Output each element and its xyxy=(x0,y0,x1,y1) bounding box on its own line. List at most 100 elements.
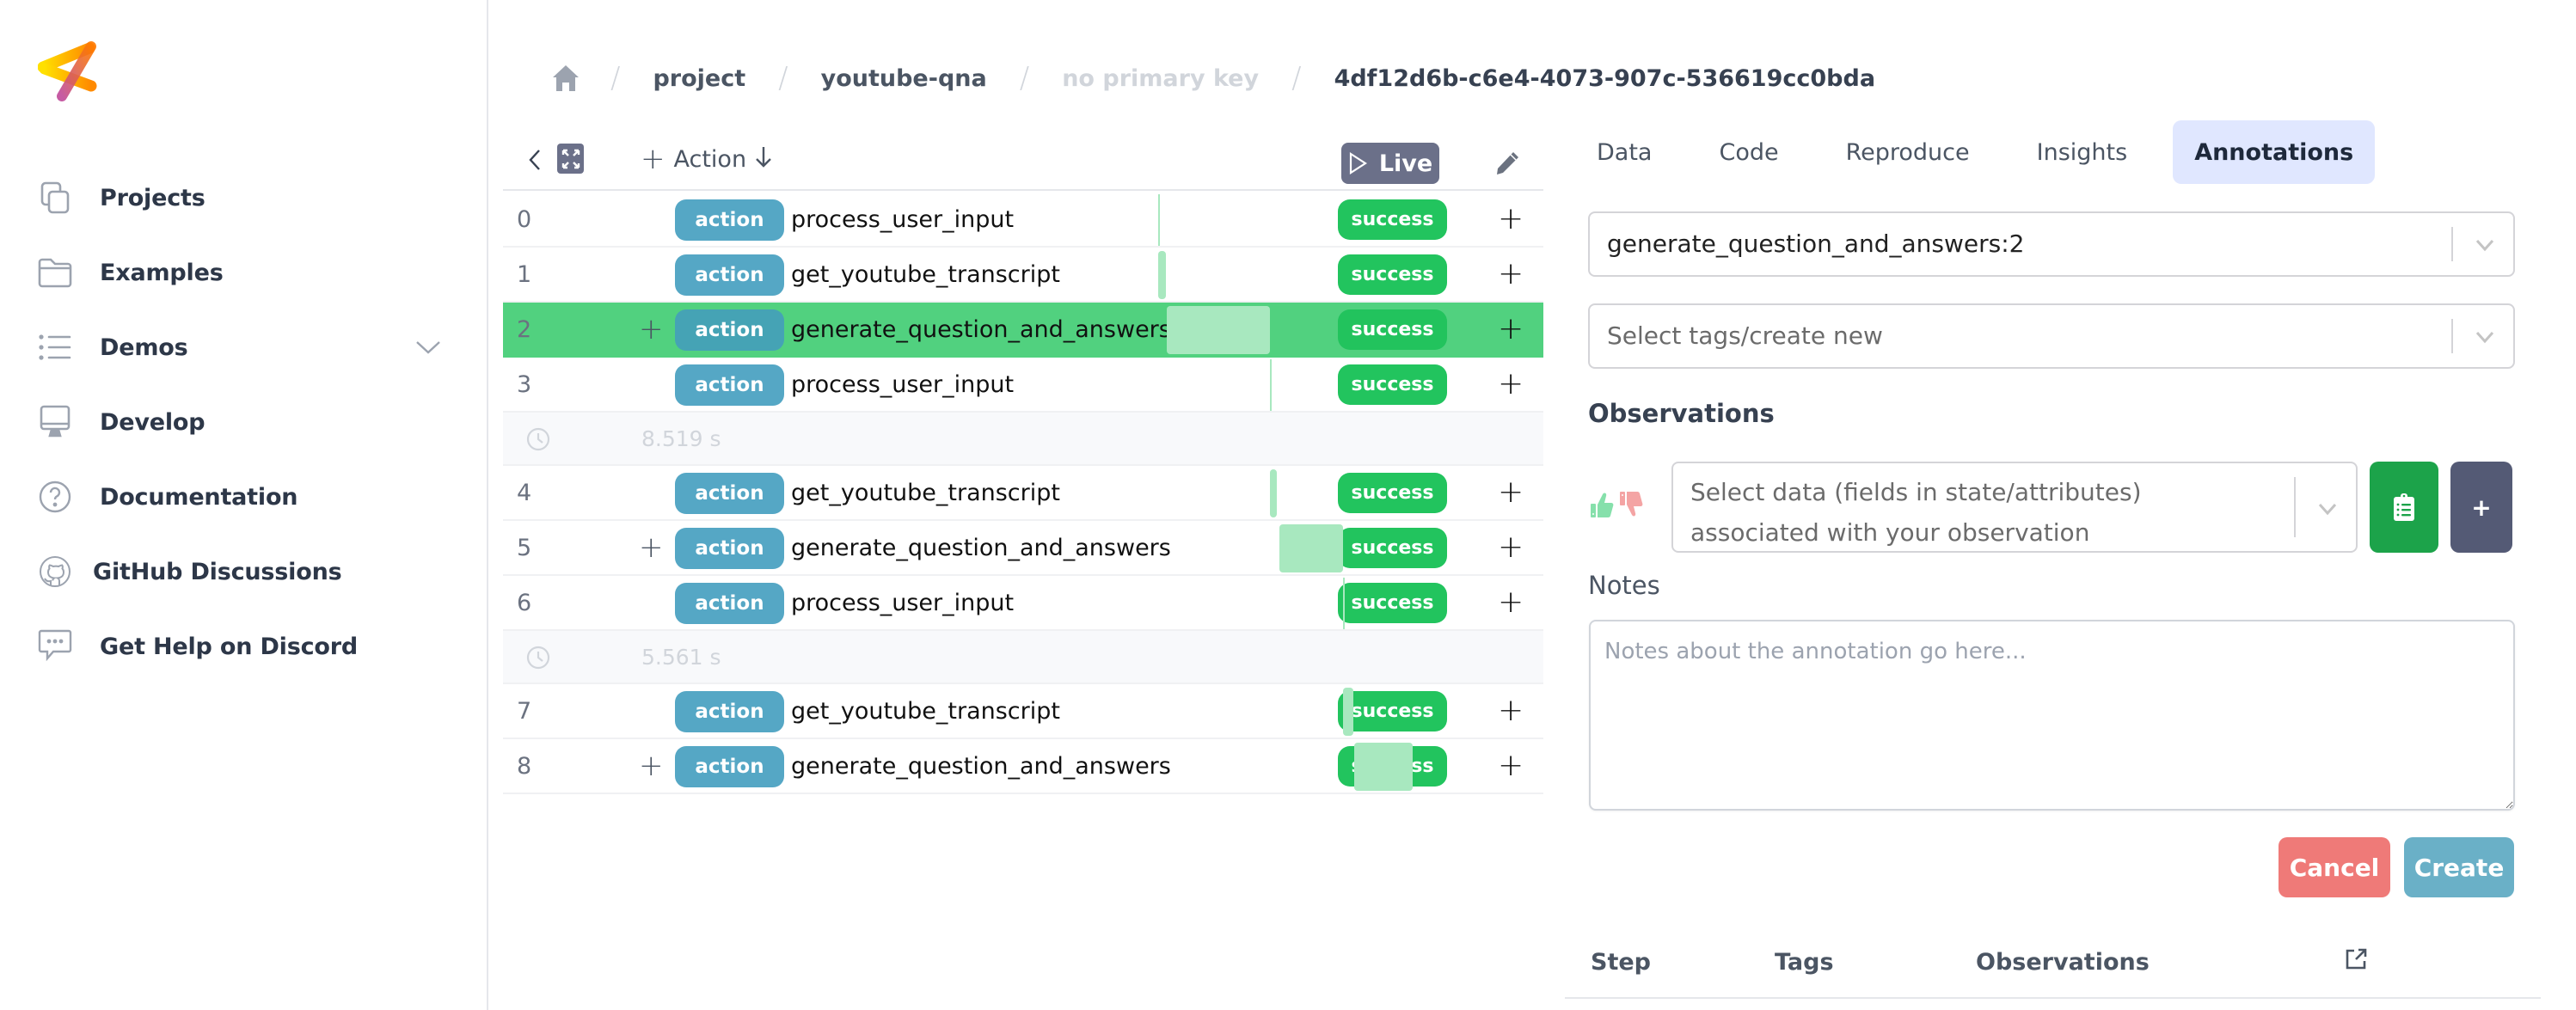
sidebar-item-demos[interactable]: Demos xyxy=(0,321,487,373)
step-row[interactable]: 1 action get_youtube_transcript success + xyxy=(503,248,1543,303)
add-annotation-button[interactable]: + xyxy=(1498,303,1524,358)
breadcrumb-project[interactable]: project xyxy=(653,65,745,92)
sentiment-toggle xyxy=(1590,490,1648,519)
step-row-selected[interactable]: 2 + action generate_question_and_answers suc… xyxy=(503,303,1543,358)
sidebar-item-documentation[interactable]: Documentation xyxy=(0,471,487,523)
chat-bubble-icon xyxy=(38,629,72,664)
notes-textarea[interactable] xyxy=(1589,620,2515,811)
gap-duration: 5.561 s xyxy=(641,645,721,670)
breadcrumb: / project / youtube-qna / no primary key… xyxy=(550,57,1908,100)
action-tag: action xyxy=(675,473,784,514)
step-name: generate_question_and_answers xyxy=(791,535,1171,561)
tab-insights[interactable]: Insights xyxy=(2015,120,2150,184)
cancel-button[interactable]: Cancel xyxy=(2279,837,2390,897)
step-row[interactable]: 7 action get_youtube_transcript success + xyxy=(503,684,1543,739)
action-tag: action xyxy=(675,583,784,624)
duration-bar xyxy=(1354,743,1414,791)
step-row[interactable]: 8+actiongenerate_question_and_answerssuc… xyxy=(503,739,1543,794)
sidebar-item-examples[interactable]: Examples xyxy=(0,247,487,298)
step-row[interactable]: 6 action process_user_input success + xyxy=(503,576,1543,631)
home-icon[interactable] xyxy=(550,63,581,94)
breadcrumb-app-id: 4df12d6b-c6e4-4073-907c-536619cc0bda xyxy=(1334,64,1876,92)
folder-icon xyxy=(38,255,72,290)
thumbs-up-icon[interactable] xyxy=(1590,490,1614,519)
thumbs-down-icon[interactable] xyxy=(1619,490,1643,519)
step-row[interactable]: 5 + action generate_question_and_answers suc… xyxy=(503,521,1543,576)
action-tag: action xyxy=(675,364,784,406)
create-button[interactable]: Create xyxy=(2404,837,2514,897)
sidebar-item-develop[interactable]: Develop xyxy=(0,396,487,448)
action-column-header[interactable]: + Action xyxy=(641,141,772,177)
chevron-down-icon[interactable] xyxy=(411,330,445,364)
breadcrumb-separator: / xyxy=(1291,61,1302,95)
step-name: process_user_input xyxy=(791,590,1015,616)
step-row[interactable]: 4 action get_youtube_transcript success + xyxy=(503,466,1543,521)
fullscreen-button[interactable] xyxy=(557,144,584,174)
status-badge: success xyxy=(1338,199,1447,240)
add-annotation-button[interactable]: + xyxy=(1498,466,1524,521)
step-index: 6 xyxy=(517,590,532,616)
column-header-observations[interactable]: Observations xyxy=(1976,949,2150,976)
step-name: process_user_input xyxy=(791,371,1015,398)
plus-icon: + xyxy=(641,142,665,176)
question-circle-icon xyxy=(38,480,72,514)
observation-type-button[interactable] xyxy=(2370,462,2438,553)
play-icon xyxy=(1349,152,1367,174)
observation-data-select[interactable]: Select data (fields in state/attributes)… xyxy=(1671,462,2358,553)
step-row[interactable]: 3 action process_user_input success + xyxy=(503,358,1543,413)
detail-tabs: Data Code Reproduce Insights Annotations xyxy=(1586,120,2399,184)
tab-data[interactable]: Data xyxy=(1586,120,1673,184)
step-index: 0 xyxy=(517,206,532,233)
add-observation-button[interactable]: + xyxy=(2450,462,2512,553)
chevron-down-icon[interactable] xyxy=(2472,232,2498,258)
external-link-icon[interactable] xyxy=(2344,947,2371,975)
step-name: get_youtube_transcript xyxy=(791,261,1060,288)
breadcrumb-separator: / xyxy=(610,61,621,95)
annotations-table-header: Step Tags Observations xyxy=(1565,937,2541,999)
breadcrumb-app[interactable]: youtube-qna xyxy=(821,65,987,92)
collapse-button[interactable] xyxy=(522,144,548,175)
pencil-icon[interactable] xyxy=(1492,148,1523,179)
monitor-icon xyxy=(38,405,72,439)
status-badge: success xyxy=(1338,583,1447,623)
list-icon xyxy=(38,330,72,364)
add-annotation-button[interactable]: + xyxy=(1498,576,1524,631)
sidebar-item-discord-help[interactable]: Get Help on Discord xyxy=(0,621,487,672)
add-annotation-button[interactable]: + xyxy=(1498,684,1524,739)
add-annotation-button[interactable]: + xyxy=(1498,358,1524,413)
expand-step-button[interactable]: + xyxy=(639,739,664,794)
tab-code[interactable]: Code xyxy=(1697,120,1800,184)
sidebar-item-projects[interactable]: Projects xyxy=(0,172,487,223)
action-tag: action xyxy=(675,746,784,787)
column-header-step[interactable]: Step xyxy=(1591,949,1651,976)
status-badge: success xyxy=(1338,254,1447,295)
expand-step-button[interactable]: + xyxy=(639,521,664,576)
burr-logo[interactable] xyxy=(37,30,117,105)
expand-step-button[interactable]: + xyxy=(639,303,664,358)
notes-label: Notes xyxy=(1588,571,1660,600)
tab-reproduce[interactable]: Reproduce xyxy=(1825,120,1991,184)
step-row[interactable]: 0 action process_user_input success + xyxy=(503,193,1543,248)
step-select-value: generate_question_and_answers:2 xyxy=(1607,230,2025,258)
live-toggle-button[interactable]: Live xyxy=(1341,143,1439,184)
step-select[interactable]: generate_question_and_answers:2 xyxy=(1588,211,2515,277)
duration-bar xyxy=(1269,469,1278,517)
sidebar-item-label: GitHub Discussions xyxy=(93,558,342,585)
tab-annotations[interactable]: Annotations xyxy=(2173,120,2376,184)
steps-toolbar: + Action Live xyxy=(503,129,1543,191)
add-annotation-button[interactable]: + xyxy=(1498,521,1524,576)
breadcrumb-separator: / xyxy=(1019,61,1030,95)
column-header-tags[interactable]: Tags xyxy=(1775,949,1834,976)
step-index: 8 xyxy=(517,753,532,780)
tags-select-placeholder: Select tags/create new xyxy=(1607,321,1883,350)
sidebar-item-github-discussions[interactable]: GitHub Discussions xyxy=(0,546,487,597)
sidebar-item-label: Demos xyxy=(100,334,188,361)
sort-arrow-down-icon[interactable] xyxy=(755,145,772,174)
chevron-down-icon[interactable] xyxy=(2315,496,2340,522)
add-annotation-button[interactable]: + xyxy=(1498,739,1524,794)
add-annotation-button[interactable]: + xyxy=(1498,248,1524,303)
step-name: get_youtube_transcript xyxy=(791,698,1060,725)
tags-select[interactable]: Select tags/create new xyxy=(1588,303,2515,369)
add-annotation-button[interactable]: + xyxy=(1498,193,1524,248)
chevron-down-icon[interactable] xyxy=(2472,324,2498,350)
